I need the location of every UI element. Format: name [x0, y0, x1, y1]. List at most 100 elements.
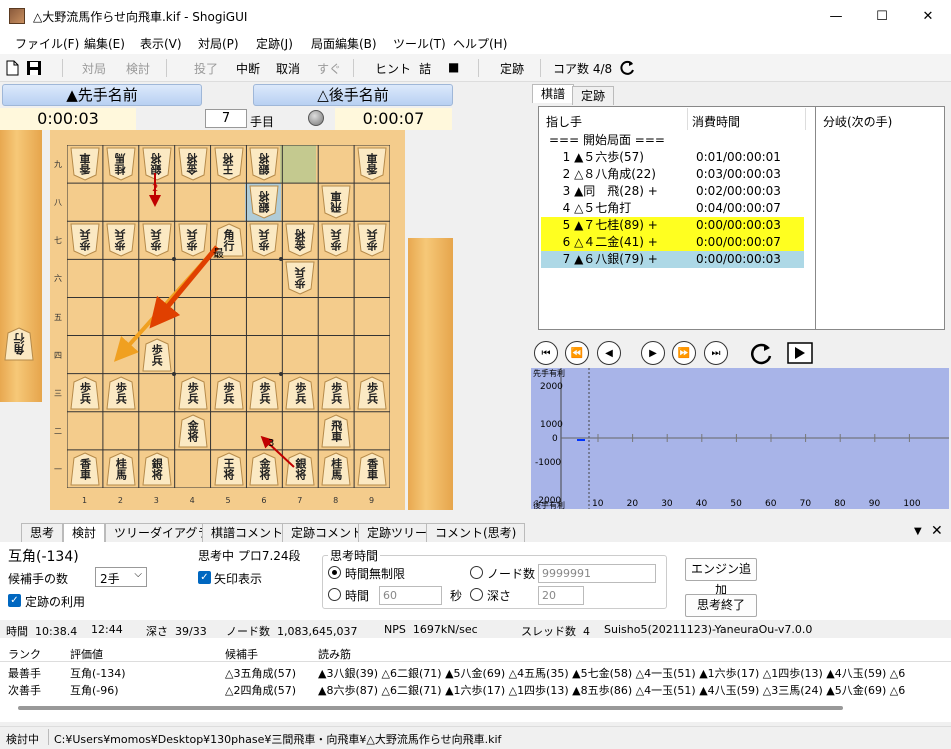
- thinking-status: 思考中 プロ7.24段: [198, 549, 301, 563]
- node-input[interactable]: [538, 564, 656, 583]
- file-coordinate: 5: [225, 496, 231, 505]
- first-move-button[interactable]: ⏮: [534, 341, 558, 365]
- graph-y-tick: -2000: [535, 496, 562, 506]
- pv-line-2[interactable]: ▲8六歩(87) △6二銀(71) ▲1六歩(17) △1四歩(13) ▲8五歩…: [318, 682, 905, 696]
- prev-move-button[interactable]: ◀: [597, 341, 621, 365]
- new-file-icon[interactable]: [6, 60, 19, 76]
- tab-kifu[interactable]: 棋譜: [532, 84, 575, 103]
- undo-button[interactable]: 取消: [276, 60, 300, 77]
- graph-y-tick: -1000: [535, 458, 562, 468]
- tab-kifu-comment[interactable]: 棋譜コメント: [202, 523, 293, 542]
- menu-view[interactable]: 表示(V): [140, 35, 182, 52]
- close-button[interactable]: ✕: [905, 0, 951, 32]
- file-coordinate: 7: [297, 496, 303, 505]
- menu-joseki[interactable]: 定跡(J): [256, 35, 293, 52]
- unlimited-radio[interactable]: [328, 566, 341, 579]
- kifu-row[interactable]: === 開始局面 ===: [541, 132, 804, 149]
- tab-joseki-list[interactable]: 定跡: [572, 86, 615, 105]
- tsume-button[interactable]: 詰: [419, 60, 431, 77]
- kifu-time: 0:03/00:00:03: [696, 167, 781, 181]
- maximize-button[interactable]: ☐: [859, 0, 905, 32]
- kifu-row[interactable]: 6 △４二金(41) + 0:00/00:00:07: [541, 234, 804, 251]
- add-engine-button[interactable]: エンジン追加: [685, 558, 757, 597]
- gote-hand-bishop[interactable]: 角行: [4, 327, 34, 361]
- chevron-down-icon[interactable]: ▼: [914, 526, 922, 537]
- pv-rank-1: 最善手: [8, 667, 41, 680]
- tab-comment-thinking[interactable]: コメント(思考): [426, 523, 526, 542]
- kifu-row[interactable]: 4 △５七角打 0:04/00:00:07: [541, 200, 804, 217]
- refresh-icon[interactable]: [618, 59, 636, 77]
- kifu-row[interactable]: 7 ▲６八銀(79) + 0:00/00:00:03: [541, 251, 804, 268]
- kifu-row[interactable]: 5 ▲７七桂(89) + 0:00/00:00:03: [541, 217, 804, 234]
- tab-joseki-tree[interactable]: 定跡ツリー: [358, 523, 437, 542]
- pv-header-pv: 読み筋: [318, 648, 351, 661]
- graph-y-tick: 0: [552, 434, 558, 444]
- file-coordinate: 4: [189, 496, 195, 505]
- menu-play[interactable]: 対局(P): [198, 35, 239, 52]
- kifu-row[interactable]: 3 ▲同 飛(28) + 0:02/00:00:03: [541, 183, 804, 200]
- stop-icon[interactable]: ■: [448, 60, 459, 74]
- pv-line-1[interactable]: ▲3八銀(39) △6二銀(71) ▲5八金(69) △4五馬(35) ▲5七金…: [318, 665, 905, 679]
- menu-file[interactable]: ファイル(F): [15, 35, 79, 52]
- file-coordinate: 8: [333, 496, 339, 505]
- end-think-button[interactable]: 思考終了: [685, 594, 757, 617]
- menu-help[interactable]: ヘルプ(H): [453, 35, 507, 52]
- node-radio[interactable]: [470, 566, 483, 579]
- time-input[interactable]: [379, 586, 442, 605]
- last-move-button[interactable]: ⏭: [704, 341, 728, 365]
- kifu-move: 1 ▲５六歩(57): [555, 150, 644, 164]
- stat-time: 時間 10:38.4: [6, 625, 78, 638]
- use-joseki-label: 定跡の利用: [25, 595, 86, 609]
- tab-thinking[interactable]: 思考: [21, 523, 64, 542]
- interrupt-button[interactable]: 中断: [236, 60, 260, 77]
- kentou-button[interactable]: 検討: [126, 60, 150, 77]
- back-10-button[interactable]: ⏪: [565, 341, 589, 365]
- turn-indicator: [308, 110, 324, 126]
- sente-piece-stand: [408, 238, 453, 510]
- next-move-button[interactable]: ▶: [641, 341, 665, 365]
- pv-move-2[interactable]: △2四角成(57): [225, 682, 296, 698]
- kifu-row[interactable]: 1 ▲５六歩(57) 0:01/00:00:01: [541, 149, 804, 166]
- depth-input[interactable]: [538, 586, 584, 605]
- move-now-button[interactable]: すぐ: [317, 60, 341, 77]
- menu-edit[interactable]: 編集(E): [84, 35, 125, 52]
- menu-position-edit[interactable]: 局面編集(B): [311, 35, 377, 52]
- depth-radio[interactable]: [470, 588, 483, 601]
- candidates-select[interactable]: 2手 ⌵: [95, 567, 147, 587]
- pv-move-1[interactable]: △3五角成(57): [225, 665, 296, 681]
- file-coordinate: 2: [117, 496, 123, 505]
- hint-button[interactable]: ヒント: [375, 60, 411, 77]
- kifu-row[interactable]: 2 △８八角成(22) 0:03/00:00:03: [541, 166, 804, 183]
- joseki-button[interactable]: 定跡: [500, 60, 524, 77]
- pv-header-move: 候補手: [225, 648, 258, 661]
- time-radio[interactable]: [328, 588, 341, 601]
- kifu-move: 4 △５七角打: [555, 201, 632, 215]
- kifu-time: 0:00/00:00:03: [696, 252, 781, 266]
- eval-value: 互角(-134): [8, 549, 79, 565]
- stat-depth: 深さ 39/33: [146, 625, 207, 638]
- save-icon[interactable]: [26, 60, 42, 76]
- taikyoku-button[interactable]: 対局: [82, 60, 106, 77]
- forward-10-button[interactable]: ⏩: [672, 341, 696, 365]
- menu-tools[interactable]: ツール(T): [393, 35, 446, 52]
- node-label: ノード数: [487, 567, 536, 581]
- arrow-3-label: 3: [268, 438, 275, 449]
- rank-coordinate: 一: [54, 464, 62, 474]
- move-number: 7: [205, 109, 247, 128]
- sec-label: 秒: [450, 589, 463, 603]
- tab-kentou[interactable]: 検討: [63, 523, 106, 542]
- rank-coordinate: 二: [54, 426, 62, 436]
- minimize-button[interactable]: —: [813, 0, 859, 32]
- candidates-label: 候補手の数: [8, 572, 69, 586]
- play-icon[interactable]: [787, 342, 813, 364]
- use-joseki-checkbox[interactable]: ✓: [8, 594, 21, 607]
- flip-board-icon[interactable]: [748, 341, 774, 367]
- kifu-move: === 開始局面 ===: [549, 133, 665, 147]
- file-coordinate: 1: [81, 496, 88, 505]
- arrow-display-checkbox[interactable]: ✓: [198, 571, 211, 584]
- pv-value-1: 互角(-134): [70, 667, 126, 680]
- resign-button[interactable]: 投了: [194, 60, 218, 77]
- horizontal-scrollbar[interactable]: [18, 706, 843, 710]
- toolbar: 対局 検討 投了 中断 取消 すぐ ヒント 詰 ■ 定跡 コア数 4/8: [0, 54, 951, 82]
- panel-close-icon[interactable]: ✕: [931, 523, 943, 539]
